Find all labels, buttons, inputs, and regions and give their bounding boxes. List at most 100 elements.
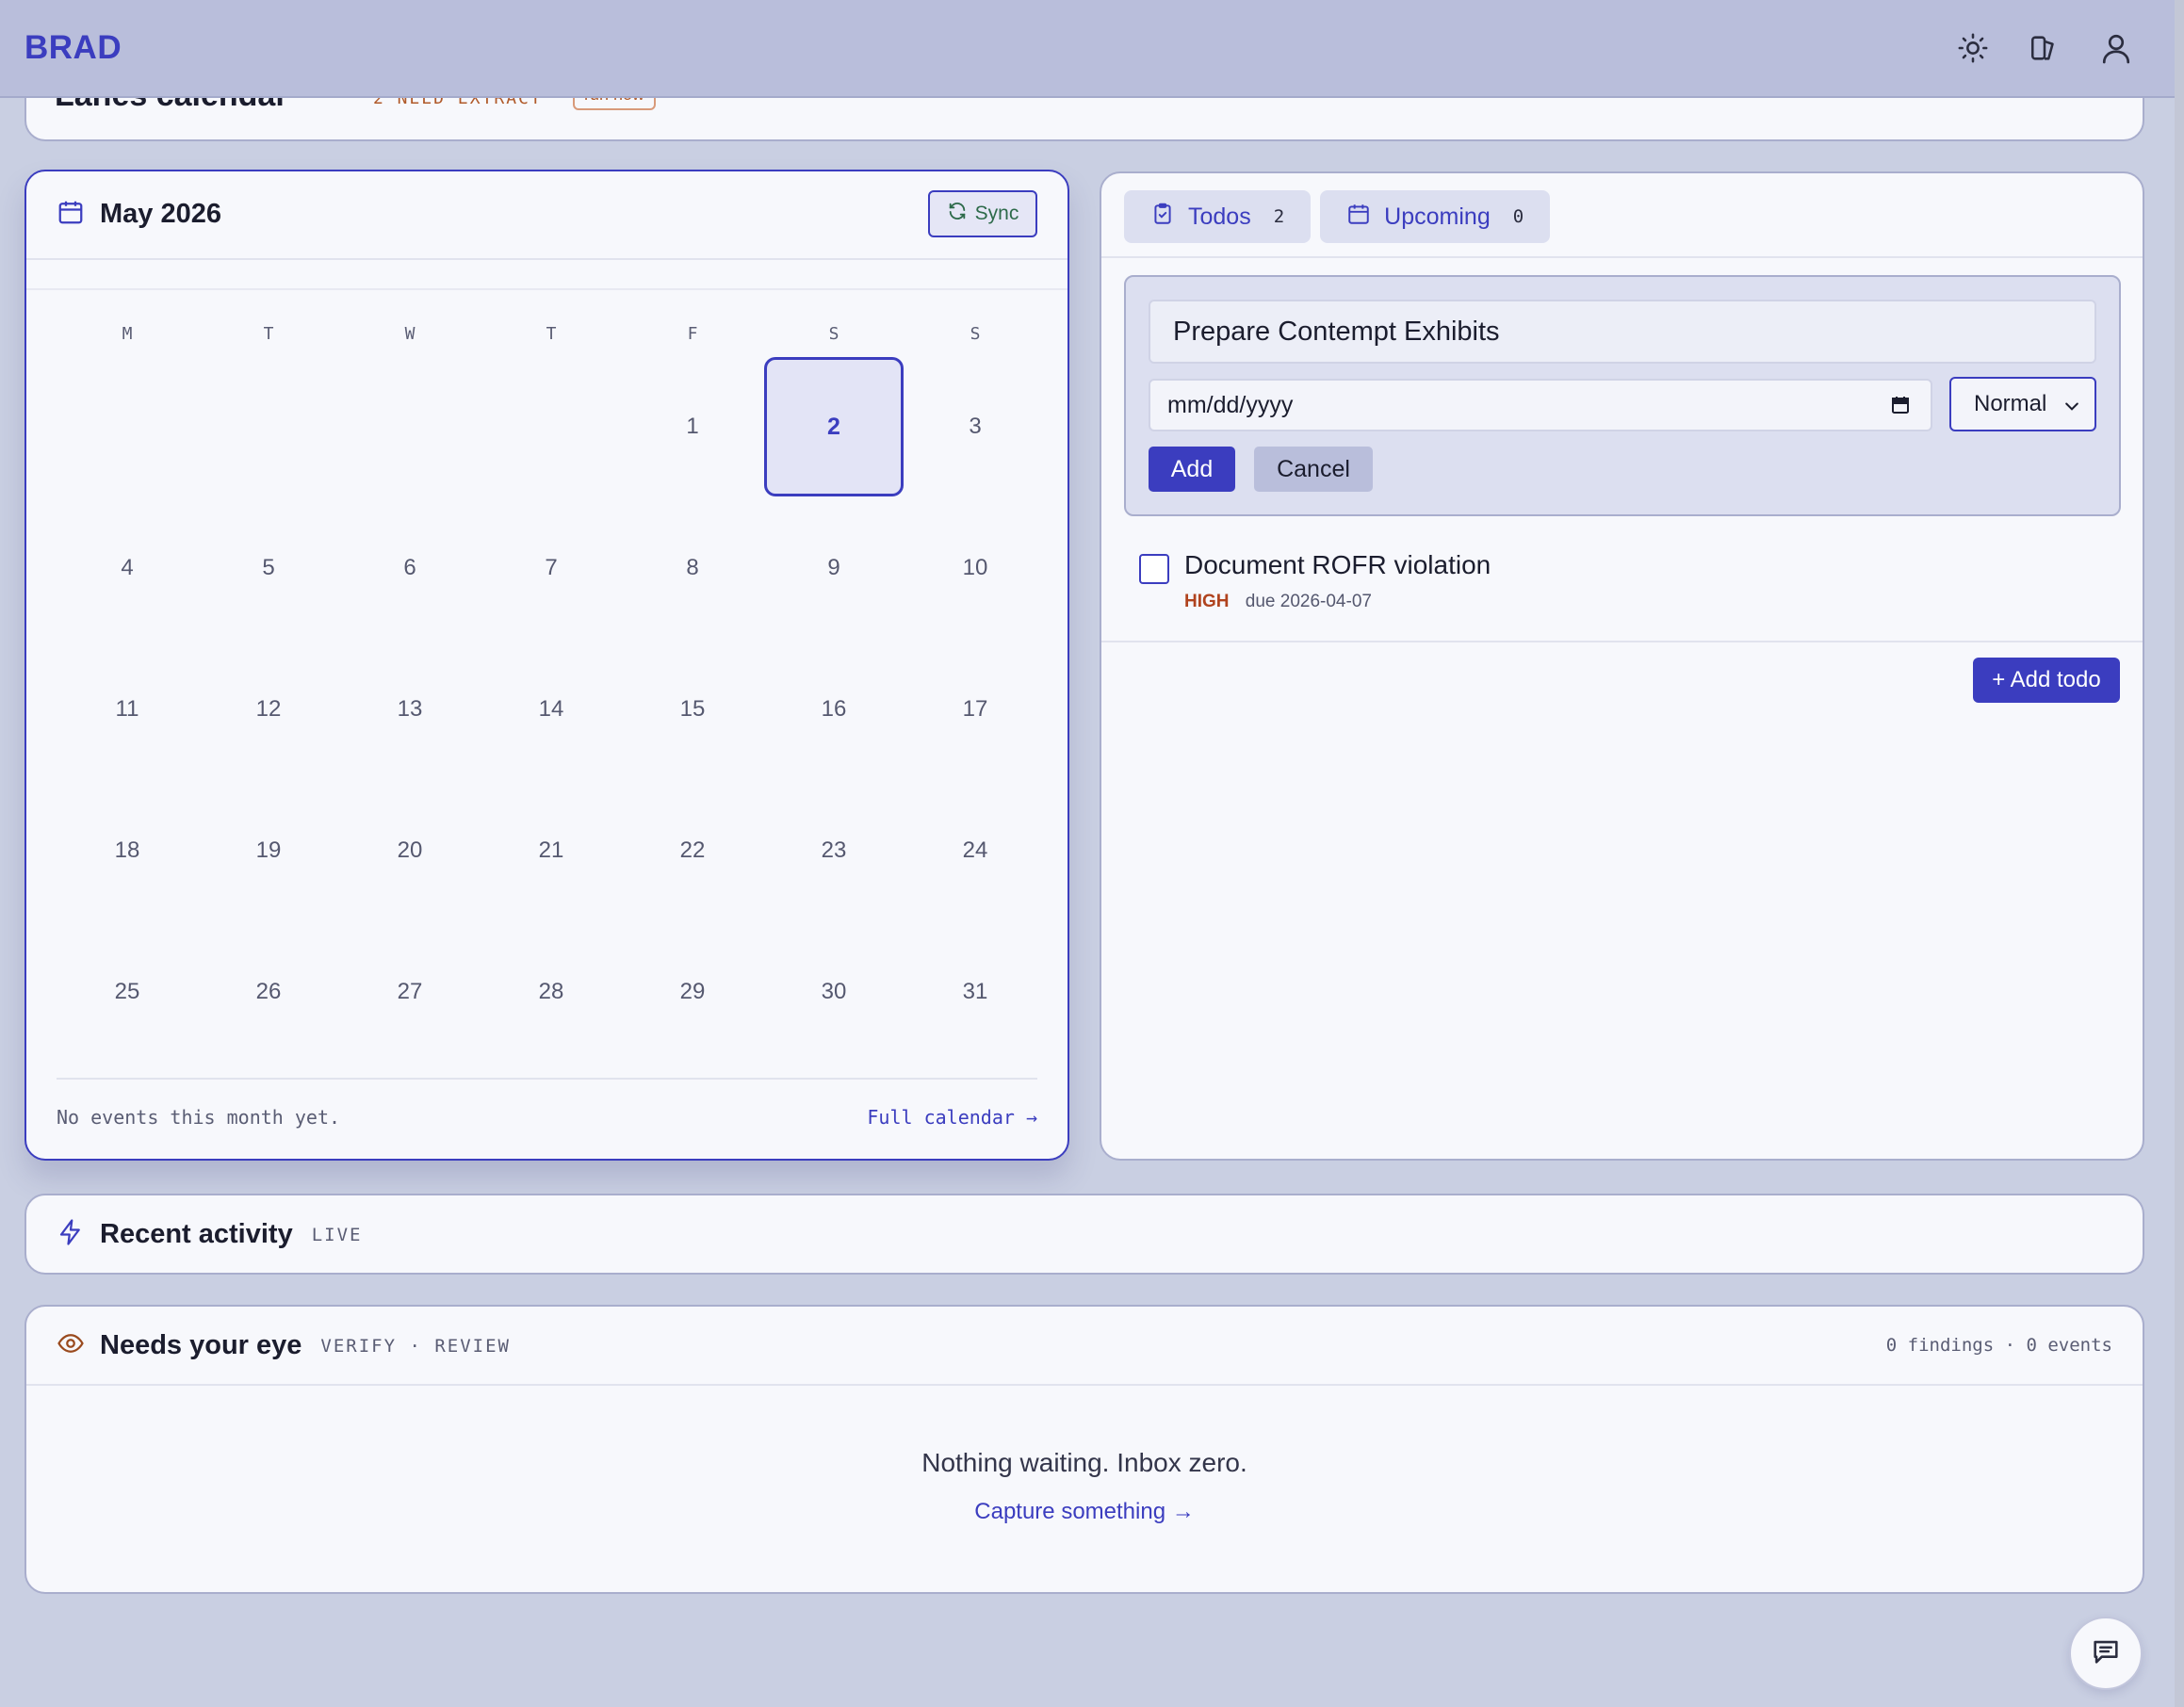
eye-icon — [57, 1329, 85, 1362]
day-number: 15 — [679, 696, 706, 722]
day-number: 30 — [821, 979, 847, 1004]
recent-activity-card: Recent activity LIVE — [24, 1194, 2144, 1275]
calendar-day[interactable]: 29 — [622, 921, 763, 1063]
calendar-month-title: May 2026 — [100, 199, 221, 229]
calendar-day[interactable]: 25 — [57, 921, 198, 1063]
day-number: 16 — [821, 696, 847, 722]
calendar-day[interactable]: 12 — [198, 639, 339, 780]
date-placeholder: mm/dd/yyyy — [1167, 391, 1294, 418]
calendar-day[interactable]: 15 — [622, 639, 763, 780]
day-number: 2 — [764, 357, 904, 496]
day-number: 11 — [115, 696, 139, 722]
top-bar: BRAD — [0, 0, 2175, 98]
calendar-day[interactable]: 14 — [481, 639, 622, 780]
brand-logo[interactable]: BRAD — [24, 29, 122, 67]
cancel-button[interactable]: Cancel — [1254, 447, 1373, 492]
tab-upcoming[interactable]: Upcoming 0 — [1320, 190, 1551, 243]
calendar-day[interactable]: 18 — [57, 780, 198, 921]
section-title: Needs your eye — [100, 1330, 302, 1360]
day-number: 13 — [397, 696, 423, 722]
calendar-day[interactable]: 10 — [905, 497, 1046, 639]
day-number: 12 — [255, 696, 282, 722]
calendar-day[interactable]: 30 — [763, 921, 905, 1063]
sun-icon[interactable] — [1956, 31, 1990, 65]
day-number: 26 — [255, 979, 282, 1004]
calendar-icon — [1346, 202, 1371, 233]
calendar-day[interactable]: 16 — [763, 639, 905, 780]
weekday-label: T — [263, 324, 274, 344]
calendar-blank — [198, 356, 339, 497]
add-todo-button[interactable]: + Add todo — [1973, 658, 2120, 703]
new-todo-form: Prepare Contempt Exhibits mm/dd/yyyy Nor… — [1124, 275, 2121, 516]
calendar-day[interactable]: 8 — [622, 497, 763, 639]
calendar-day[interactable]: 21 — [481, 780, 622, 921]
day-number: 7 — [545, 555, 558, 580]
day-number: 24 — [962, 837, 988, 863]
day-number: 17 — [962, 696, 988, 722]
calendar-day[interactable]: 3 — [905, 356, 1046, 497]
calendar-day[interactable]: 28 — [481, 921, 622, 1063]
day-number: 4 — [121, 555, 134, 580]
divider — [26, 258, 1068, 260]
activity-header: Recent activity LIVE — [57, 1218, 362, 1251]
weekday-header: MTWTFSS — [57, 324, 1046, 344]
sync-button[interactable]: Sync — [928, 190, 1037, 237]
divider — [26, 1384, 2143, 1386]
sync-label: Sync — [974, 203, 1019, 224]
divider — [1101, 641, 2143, 642]
calendar-day[interactable]: 19 — [198, 780, 339, 921]
todo-checkbox[interactable] — [1139, 554, 1169, 584]
calendar-day[interactable]: 1 — [622, 356, 763, 497]
calendar-day[interactable]: 24 — [905, 780, 1046, 921]
calendar-day[interactable]: 7 — [481, 497, 622, 639]
day-number: 23 — [821, 837, 847, 863]
calendar-day[interactable]: 9 — [763, 497, 905, 639]
day-number: 22 — [679, 837, 706, 863]
capture-link[interactable]: Capture something → — [26, 1499, 2143, 1525]
day-number: 14 — [538, 696, 564, 722]
live-badge: LIVE — [311, 1224, 363, 1245]
todo-title-input[interactable]: Prepare Contempt Exhibits — [1149, 300, 2096, 364]
calendar-day[interactable]: 23 — [763, 780, 905, 921]
calendar-day[interactable]: 22 — [622, 780, 763, 921]
day-number: 18 — [114, 837, 140, 863]
add-button[interactable]: Add — [1149, 447, 1235, 492]
divider — [57, 1078, 1037, 1080]
calendar-blank — [339, 356, 481, 497]
day-number: 6 — [403, 555, 416, 580]
todo-meta: HIGH due 2026-04-07 — [1184, 592, 1372, 612]
tab-todos[interactable]: Todos 2 — [1124, 190, 1312, 243]
todo-tabs: Todos 2 Upcoming 0 — [1124, 190, 1551, 243]
calendar-day[interactable]: 20 — [339, 780, 481, 921]
weekday-label: F — [687, 324, 698, 344]
calendar-day[interactable]: 11 — [57, 639, 198, 780]
calendar-day[interactable]: 31 — [905, 921, 1046, 1063]
tab-count: 0 — [1512, 206, 1524, 227]
calendar-day[interactable]: 6 — [339, 497, 481, 639]
theme-icon[interactable] — [2028, 31, 2062, 65]
review-counts: 0 findings · 0 events — [1885, 1335, 2112, 1356]
weekday-label: S — [970, 324, 981, 344]
calendar-grid: 1 2 3 4 5 6 7 8 9 10 11 12 13 14 15 16 17 18 19 20 21 22 23 24 2… — [57, 356, 1046, 1063]
full-calendar-link[interactable]: Full calendar → — [867, 1106, 1037, 1129]
scrollbar[interactable] — [2175, 0, 2184, 1707]
calendar-day[interactable]: 4 — [57, 497, 198, 639]
due-date-input[interactable]: mm/dd/yyyy — [1149, 379, 1932, 431]
day-number: 27 — [397, 979, 423, 1004]
calendar-day[interactable]: 26 — [198, 921, 339, 1063]
user-icon[interactable] — [2099, 31, 2133, 65]
calendar-day-today[interactable]: 2 — [763, 356, 905, 497]
calendar-blank — [57, 356, 198, 497]
priority-select[interactable]: Normal — [1949, 377, 2096, 431]
refresh-icon — [947, 201, 968, 227]
section-title: Recent activity — [100, 1219, 293, 1249]
day-number: 5 — [262, 555, 275, 580]
todo-title: Document ROFR violation — [1184, 550, 1491, 579]
calendar-day[interactable]: 27 — [339, 921, 481, 1063]
date-picker-icon[interactable] — [1889, 394, 1912, 423]
calendar-day[interactable]: 13 — [339, 639, 481, 780]
calendar-day[interactable]: 5 — [198, 497, 339, 639]
chat-button[interactable] — [2069, 1617, 2143, 1690]
calendar-day[interactable]: 17 — [905, 639, 1046, 780]
chat-icon — [2090, 1635, 2122, 1672]
